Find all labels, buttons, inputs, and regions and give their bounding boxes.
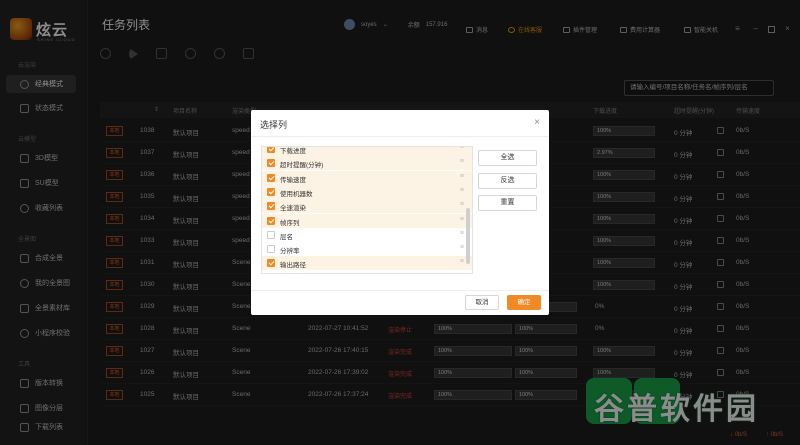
confirm-button[interactable]: 确定 <box>507 295 541 310</box>
drag-handle-icon[interactable]: ≡ <box>460 201 464 208</box>
column-option-label: 超时提醒(分钟) <box>280 162 324 170</box>
column-option-label: 下载进度 <box>280 148 306 155</box>
column-option[interactable]: 超时提醒(分钟) ≡ <box>262 156 472 171</box>
select-all-button[interactable]: 全选 <box>478 150 537 166</box>
column-option-label: 分辨率 <box>280 248 300 256</box>
checkbox[interactable] <box>267 147 275 153</box>
scrollbar[interactable] <box>466 208 470 264</box>
column-option[interactable]: 层名 ≡ <box>262 228 472 242</box>
close-icon[interactable]: × <box>534 117 540 128</box>
drag-handle-icon[interactable]: ≡ <box>460 230 464 237</box>
column-option-label: 使用机器数 <box>280 190 313 198</box>
column-option-label: 全速渲染 <box>280 205 306 213</box>
checkbox[interactable] <box>267 259 275 268</box>
drag-handle-icon[interactable]: ≡ <box>460 187 464 194</box>
checkbox[interactable] <box>267 173 275 182</box>
column-option-label: 输出路径 <box>280 262 306 270</box>
dialog-title: 选择列 <box>260 120 288 130</box>
checkbox[interactable] <box>267 230 275 239</box>
divider <box>251 290 549 291</box>
checkbox[interactable] <box>267 187 275 196</box>
divider <box>251 136 549 137</box>
column-option[interactable]: 下载进度 ≡ <box>262 147 472 156</box>
checkbox[interactable] <box>267 159 275 168</box>
select-columns-dialog: 选择列 × 下载进度 ≡ 超时提醒(分钟) ≡ 传输速度 ≡ 使用机器数 ≡ 全速渲染 ≡ 帧序列 ≡… <box>251 110 549 315</box>
drag-handle-icon[interactable]: ≡ <box>460 158 464 165</box>
column-option-label: 传输速度 <box>280 176 306 184</box>
drag-handle-icon[interactable]: ≡ <box>460 258 464 265</box>
column-option[interactable]: 使用机器数 ≡ <box>262 184 472 199</box>
cancel-button[interactable]: 取消 <box>465 295 499 310</box>
column-option[interactable]: 全速渲染 ≡ <box>262 199 472 214</box>
checkbox[interactable] <box>267 216 275 225</box>
column-option[interactable]: 传输速度 ≡ <box>262 170 472 185</box>
invert-selection-button[interactable]: 反选 <box>478 173 537 189</box>
reset-button[interactable]: 重置 <box>478 195 537 211</box>
drag-handle-icon[interactable]: ≡ <box>460 216 464 223</box>
column-option[interactable]: 帧序列 ≡ <box>262 213 472 228</box>
drag-handle-icon[interactable]: ≡ <box>460 147 464 151</box>
column-option[interactable]: 输出路径 ≡ <box>262 256 472 271</box>
column-option-label: 层名 <box>280 233 293 241</box>
drag-handle-icon[interactable]: ≡ <box>460 244 464 251</box>
drag-handle-icon[interactable]: ≡ <box>460 173 464 180</box>
column-option-label: 帧序列 <box>280 219 300 227</box>
column-list[interactable]: 下载进度 ≡ 超时提醒(分钟) ≡ 传输速度 ≡ 使用机器数 ≡ 全速渲染 ≡ 帧序列 ≡ 层名 ≡ 分辨率… <box>261 146 473 274</box>
app-window: 炫云 SHINE CLOUD 云渲染 经典模式 状态模式 云模型 3D模型 SU… <box>0 0 800 445</box>
checkbox[interactable] <box>267 202 275 211</box>
checkbox[interactable] <box>267 245 275 254</box>
column-option[interactable]: 分辨率 ≡ <box>262 242 472 256</box>
